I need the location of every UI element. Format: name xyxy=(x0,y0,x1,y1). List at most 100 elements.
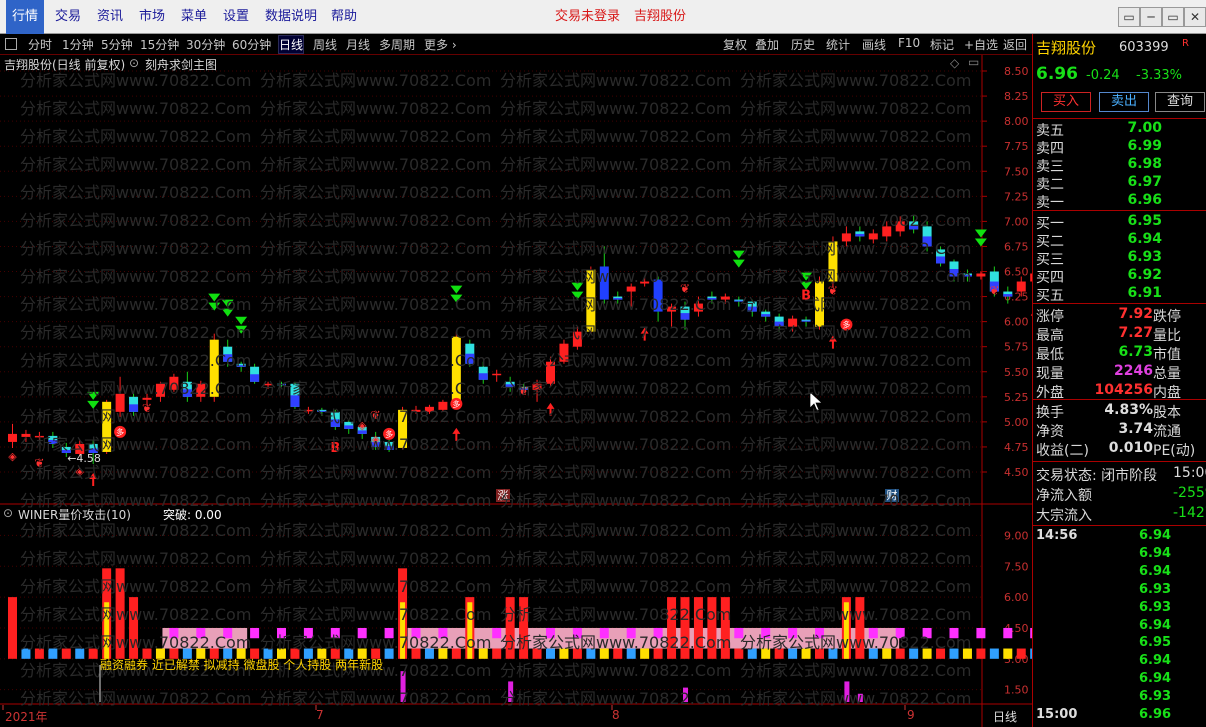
vol-bar xyxy=(922,648,932,659)
vol-bar xyxy=(976,648,986,659)
candle-body-lower xyxy=(236,365,246,367)
period-multi[interactable]: 多周期 xyxy=(379,36,415,53)
down-triangle-icon xyxy=(87,391,100,400)
vol-dropdown-icon[interactable]: ⊙ xyxy=(3,506,13,520)
candle-body xyxy=(532,383,542,390)
tool-huaxian[interactable]: 画线 xyxy=(862,36,886,53)
tool-tongji[interactable]: 统计 xyxy=(826,36,850,53)
quote-row-label2: 流通 xyxy=(1153,424,1181,440)
tick-price: 6.93 xyxy=(1139,599,1172,615)
tool-zixuan[interactable]: +自选 xyxy=(964,36,998,53)
down-triangle-icon xyxy=(221,299,234,308)
candle-body-lower xyxy=(129,404,139,412)
minimize-icon[interactable]: ─ xyxy=(1140,7,1162,27)
close-icon[interactable]: ✕ xyxy=(1184,7,1206,27)
vol-bar xyxy=(129,597,139,659)
tick-time: 15:00 xyxy=(1036,707,1078,722)
period-60min[interactable]: 60分钟 xyxy=(232,36,271,53)
quote-row: 卖三 6.98 xyxy=(1033,156,1206,175)
sell-button[interactable]: 卖出 xyxy=(1099,92,1149,112)
candle-body xyxy=(572,331,582,347)
volume-chart[interactable]: 9.007.506.004.503.001.50 xyxy=(0,505,1188,705)
tool-f10[interactable]: F10 xyxy=(898,36,920,50)
vol-inner-bar xyxy=(400,602,406,659)
quote-row-value: 104256 xyxy=(1094,382,1153,398)
vol-top-bar xyxy=(922,627,932,639)
tick-row: 6.93 xyxy=(1033,689,1206,707)
vol-bar xyxy=(815,648,824,659)
candle-body xyxy=(720,296,730,300)
up-arrow-head xyxy=(640,327,649,334)
diamond-icon[interactable]: ◇ xyxy=(950,56,959,70)
menu-item-jiaoyi[interactable]: 交易 xyxy=(55,0,81,34)
vol-bar xyxy=(424,648,434,659)
candle-body xyxy=(196,383,206,397)
butterfly-icon: ❦ xyxy=(34,456,44,470)
volume-indicator-panel[interactable]: 分析家公式网www.70822.Com 分析家公式网www.70822.Com 分析… xyxy=(0,505,1188,708)
quote-row-label2: 量比 xyxy=(1153,328,1181,344)
price-tick-label: 6.75 xyxy=(1004,240,1029,253)
butterfly-icon: ❦ xyxy=(142,401,152,415)
quote-row-value: 6.98 xyxy=(1127,156,1162,172)
panel-toggle-icon[interactable] xyxy=(5,38,17,50)
vol-bar xyxy=(949,648,959,659)
price-tick-label: 7.75 xyxy=(1004,140,1029,153)
period-weekly[interactable]: 周线 xyxy=(313,36,337,53)
tool-fuquan[interactable]: 复权 xyxy=(723,36,747,53)
vol-bar xyxy=(438,648,448,659)
candle-body xyxy=(115,393,125,412)
period-daily[interactable]: 日线 xyxy=(277,35,305,54)
vol-bar xyxy=(613,648,623,659)
period-30min[interactable]: 30分钟 xyxy=(186,36,225,53)
down-triangle-icon xyxy=(571,282,584,291)
quote-row: 买四 6.92 xyxy=(1033,267,1206,286)
menu-item-shichang[interactable]: 市场 xyxy=(139,0,165,34)
maximize-icon[interactable]: ▭ xyxy=(1162,7,1184,27)
candle-body xyxy=(411,409,421,412)
vol-top-bar xyxy=(895,627,905,639)
menu-item-shujushuoming[interactable]: 数据说明 xyxy=(265,0,317,34)
candle-body-lower xyxy=(801,320,811,322)
vol-panel-title[interactable]: WINER量价攻击(10) xyxy=(18,506,131,523)
menu-item-shezhi[interactable]: 设置 xyxy=(223,0,249,34)
period-fenshi[interactable]: 分时 xyxy=(28,36,52,53)
vol-top-bar xyxy=(196,627,206,639)
tool-fanhui[interactable]: 返回 xyxy=(1003,36,1027,53)
tool-lishi[interactable]: 历史 xyxy=(791,36,815,53)
vol-bar xyxy=(384,648,394,659)
b-signal-text: B xyxy=(801,289,811,304)
flag-bar xyxy=(400,671,406,702)
kline-chart[interactable]: 8.508.258.007.757.507.257.006.756.506.25… xyxy=(0,55,1188,505)
restore-icon[interactable]: ▭ xyxy=(1118,7,1140,27)
tool-diejia[interactable]: 叠加 xyxy=(755,36,779,53)
indicator-dropdown-icon[interactable]: ⊙ xyxy=(129,56,139,70)
vol-bar xyxy=(411,648,421,659)
main-indicator-name[interactable]: 刻舟求剑主图 xyxy=(145,56,217,73)
quote-r-mark: R xyxy=(1182,38,1189,49)
quote-row-label: 买五 xyxy=(1036,288,1064,304)
period-more[interactable]: 更多 › xyxy=(424,36,457,53)
buy-button[interactable]: 买入 xyxy=(1041,92,1091,112)
candle-body-lower xyxy=(680,313,690,320)
period-5min[interactable]: 5分钟 xyxy=(101,36,133,53)
query-button[interactable]: 查询 xyxy=(1155,92,1205,112)
candle-body-lower xyxy=(317,410,327,412)
login-status[interactable]: 交易未登录 xyxy=(555,0,620,34)
menu-item-caidan[interactable]: 菜单 xyxy=(181,0,207,34)
candle-body xyxy=(693,303,703,312)
period-1min[interactable]: 1分钟 xyxy=(62,36,94,53)
vol-bar xyxy=(962,648,972,659)
period-monthly[interactable]: 月线 xyxy=(346,36,370,53)
tick-price: 6.94 xyxy=(1139,545,1172,561)
window-icon[interactable]: ▭ xyxy=(968,55,979,69)
tupo-value: 突破: 0.00 xyxy=(163,508,222,522)
menu-item-bangzhu[interactable]: 帮助 xyxy=(331,0,357,34)
kline-chart-panel[interactable]: 分析家公式网www.70822.Com 分析家公式网www.70822.Com 分析… xyxy=(0,55,1188,510)
quote-row-label2: 市值 xyxy=(1153,347,1181,363)
candle-body xyxy=(882,226,892,237)
menu-item-hangqing[interactable]: 行情 xyxy=(6,0,45,34)
period-15min[interactable]: 15分钟 xyxy=(140,36,179,53)
menu-item-zixun[interactable]: 资讯 xyxy=(97,0,123,34)
tool-biaoji[interactable]: 标记 xyxy=(930,36,954,53)
tick-row: 6.94 xyxy=(1033,546,1206,564)
